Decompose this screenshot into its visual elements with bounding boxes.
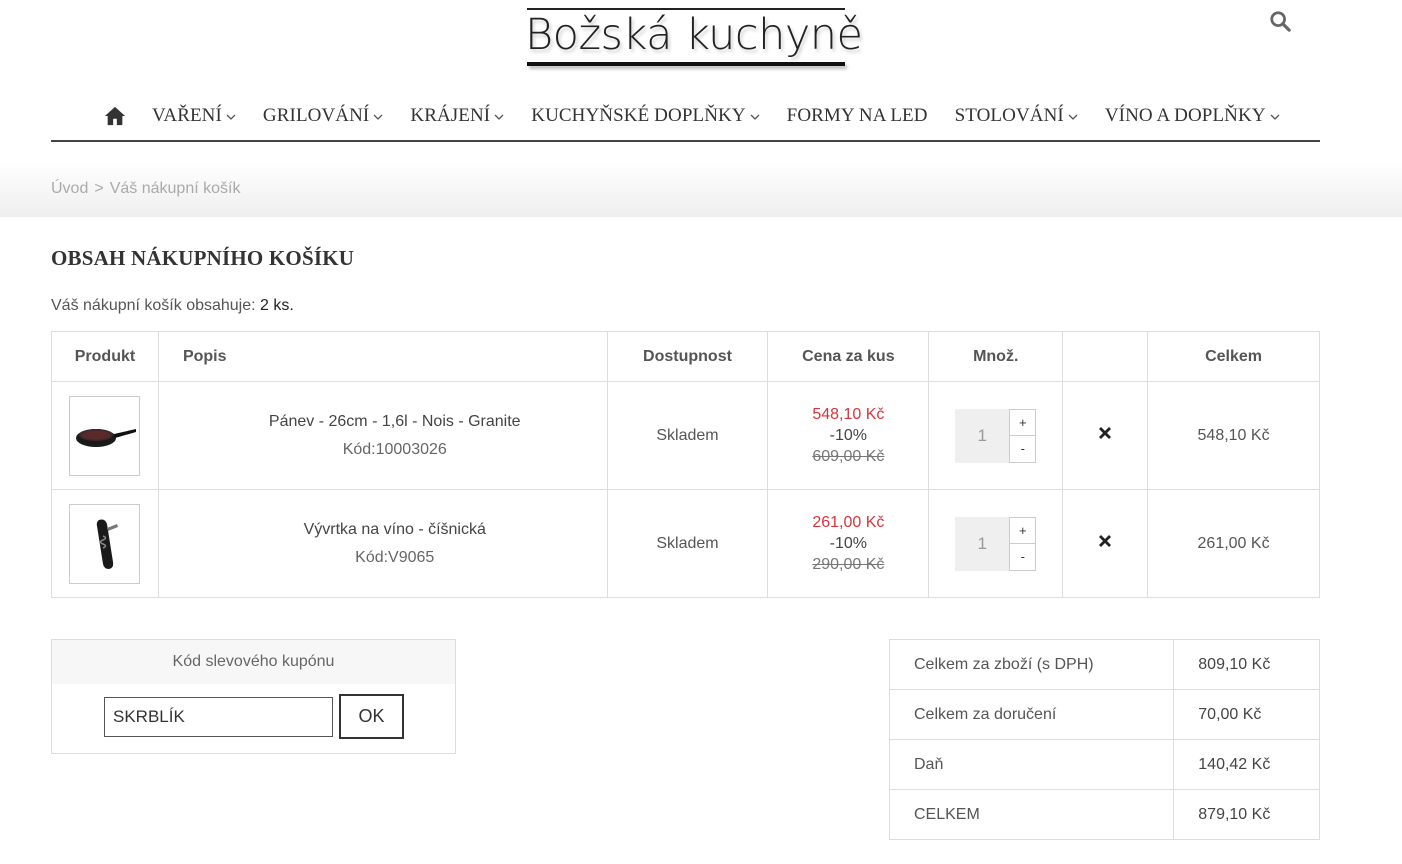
product-image-cell: [51, 381, 159, 490]
header-product: Produkt: [51, 331, 159, 382]
qty-cell: +-: [928, 381, 1064, 490]
cart-row: Vývrtka na víno - číšnická Kód:V9065 Sklad…: [51, 489, 1320, 598]
price-old: 609,00 Kč: [812, 447, 885, 465]
coupon-ok-button[interactable]: OK: [339, 694, 404, 739]
product-name[interactable]: Pánev - 26cm - 1,6l - Nois - Granite: [183, 413, 607, 431]
header-unit-price: Cena za kus: [767, 331, 930, 382]
main-nav: VAŘENÍ GRILOVÁNÍ KRÁJENÍ KUCHYŇSKÉ DOPLŇKY F…: [51, 92, 1320, 142]
product-description-cell: Pánev - 26cm - 1,6l - Nois - Granite Kód:…: [157, 381, 608, 490]
unit-price-cell: 261,00 Kč -10% 290,00 Kč: [767, 489, 930, 598]
price-discount: -10%: [829, 426, 868, 444]
header-description: Popis: [157, 331, 608, 382]
product-code: Kód:10003026: [342, 440, 447, 458]
header-availability: Dostupnost: [606, 331, 769, 382]
totals-value: 70,00 Kč: [1173, 689, 1320, 740]
nav-item-5[interactable]: STOLOVÁNÍ: [955, 105, 1078, 127]
site-logo[interactable]: Božská kuchyně: [525, 8, 863, 66]
availability: Skladem: [606, 381, 769, 490]
chevron-down-icon: [373, 114, 383, 120]
qty-plus-button[interactable]: +: [1010, 518, 1036, 544]
totals-label: Celkem za zboží (s DPH): [888, 639, 1175, 690]
nav-item-0[interactable]: VAŘENÍ: [152, 105, 236, 127]
product-image-cell: [51, 489, 159, 598]
row-total: 261,00 Kč: [1147, 489, 1320, 598]
nav-item-label: VÍNO A DOPLŇKY: [1104, 105, 1266, 126]
quantity-stepper: +-: [955, 408, 1037, 463]
breadcrumb-separator: >: [94, 180, 104, 197]
qty-minus-button[interactable]: -: [1010, 436, 1035, 462]
product-code: Kód:V9065: [355, 548, 435, 566]
price-new: 548,10 Kč: [812, 405, 885, 423]
qty-plus-button[interactable]: +: [1010, 410, 1036, 436]
totals-label: Celkem za doručení: [888, 689, 1175, 740]
qty-cell: +-: [928, 489, 1064, 598]
cart-table: Produkt Popis Dostupnost Cena za kus Mno…: [51, 331, 1320, 598]
availability: Skladem: [606, 489, 769, 598]
search-icon[interactable]: [1269, 10, 1291, 32]
header-total: Celkem: [1147, 331, 1320, 382]
pan-icon[interactable]: [69, 395, 141, 476]
page-title: OBSAH NÁKUPNÍHO KOŠÍKU: [51, 246, 355, 270]
coupon-input[interactable]: [104, 697, 333, 737]
nav-item-3[interactable]: KUCHYŇSKÉ DOPLŇKY: [531, 105, 760, 127]
breadcrumb-home-link[interactable]: Úvod: [51, 180, 88, 198]
totals-row: Celkem za doručení 70,00 Kč: [888, 689, 1320, 740]
product-description-cell: Vývrtka na víno - číšnická Kód:V9065: [157, 489, 608, 598]
nav-item-label: STOLOVÁNÍ: [954, 105, 1064, 126]
cart-count: Váš nákupní košík obsahuje: 2 ks.: [51, 297, 294, 315]
nav-item-6[interactable]: VÍNO A DOPLŇKY: [1105, 105, 1280, 127]
totals-value: 879,10 Kč: [1173, 789, 1320, 840]
nav-item-4[interactable]: FORMY NA LED: [787, 105, 928, 127]
coupon-box: Kód slevového kupónu OK: [51, 639, 456, 754]
unit-price-cell: 548,10 Kč -10% 609,00 Kč: [767, 381, 930, 490]
nav-item-label: FORMY NA LED: [786, 105, 928, 126]
header-qty: Množ.: [928, 331, 1064, 382]
chevron-down-icon: [1068, 114, 1078, 120]
product-name[interactable]: Vývrtka na víno - číšnická: [183, 521, 607, 539]
quantity-input[interactable]: [955, 408, 1010, 463]
nav-menu: VAŘENÍ GRILOVÁNÍ KRÁJENÍ KUCHYŇSKÉ DOPLŇKY F…: [51, 92, 1320, 140]
cart-header-row: Produkt Popis Dostupnost Cena za kus Mno…: [51, 331, 1320, 382]
nav-item-1[interactable]: GRILOVÁNÍ: [263, 105, 383, 127]
nav-item-label: KUCHYŇSKÉ DOPLŇKY: [531, 105, 746, 126]
chevron-down-icon: [1270, 114, 1280, 120]
close-icon[interactable]: [1097, 425, 1113, 441]
nav-item-2[interactable]: KRÁJENÍ: [410, 105, 504, 127]
logo-bottom-line: [527, 62, 845, 66]
header-remove: [1062, 331, 1149, 382]
nav-item-label: GRILOVÁNÍ: [262, 105, 370, 126]
price-discount: -10%: [829, 534, 868, 552]
home-icon[interactable]: [104, 105, 126, 127]
totals-row: CELKEM 879,10 Kč: [888, 789, 1320, 840]
totals-table: Celkem za zboží (s DPH) 809,10 Kč Celkem z…: [888, 639, 1320, 840]
cart-count-value: 2 ks.: [260, 297, 294, 314]
totals-row: Daň 140,42 Kč: [888, 739, 1320, 790]
breadcrumb-current: Váš nákupní košík: [109, 180, 241, 197]
totals-label: CELKEM: [888, 789, 1175, 840]
totals-label: Daň: [888, 739, 1175, 790]
remove-cell: [1062, 489, 1149, 598]
nav-item-label: KRÁJENÍ: [410, 105, 491, 126]
chevron-down-icon: [494, 114, 504, 120]
totals-value: 140,42 Kč: [1173, 739, 1320, 790]
chevron-down-icon: [226, 114, 236, 120]
cart-count-label: Váš nákupní košík obsahuje:: [51, 297, 256, 314]
nav-item-label: VAŘENÍ: [152, 105, 222, 126]
row-total: 548,10 Kč: [1147, 381, 1320, 490]
totals-value: 809,10 Kč: [1173, 639, 1320, 690]
cart-row: Pánev - 26cm - 1,6l - Nois - Granite Kód:…: [51, 381, 1320, 490]
coupon-header: Kód slevového kupónu: [52, 640, 455, 684]
close-icon[interactable]: [1097, 533, 1113, 549]
breadcrumb: Úvod > Váš nákupní košík: [51, 180, 240, 198]
qty-minus-button[interactable]: -: [1010, 544, 1035, 570]
quantity-input[interactable]: [955, 516, 1010, 571]
price-old: 290,00 Kč: [812, 555, 885, 573]
quantity-stepper: +-: [955, 516, 1037, 571]
chevron-down-icon: [750, 114, 760, 120]
logo-text: Božská kuchyně: [525, 10, 863, 60]
remove-cell: [1062, 381, 1149, 490]
corkscrew-icon[interactable]: [69, 503, 141, 584]
totals-row: Celkem za zboží (s DPH) 809,10 Kč: [888, 639, 1320, 690]
price-new: 261,00 Kč: [812, 513, 885, 531]
